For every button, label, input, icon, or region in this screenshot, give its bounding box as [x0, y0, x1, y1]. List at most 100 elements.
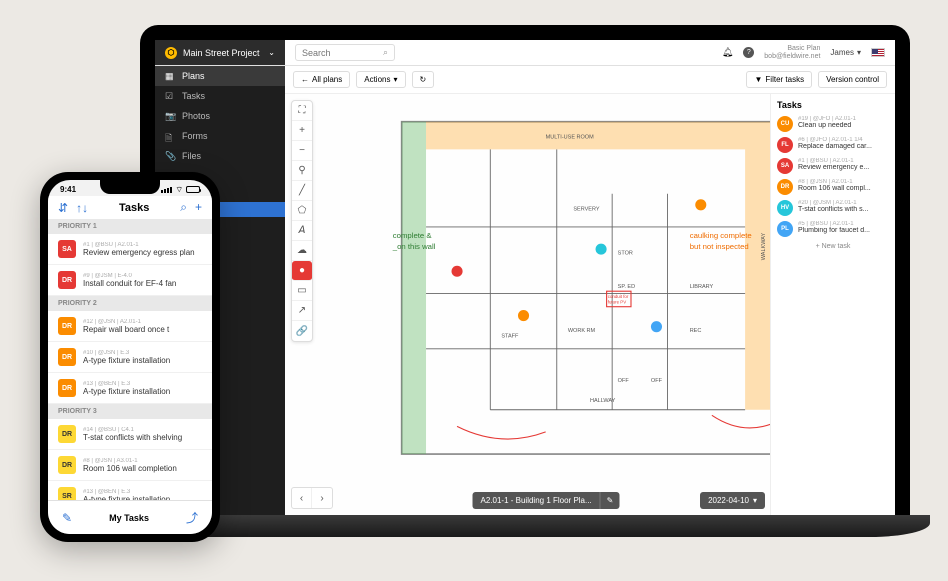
laptop-base	[120, 515, 930, 537]
phone-task-list[interactable]: PRIORITY 1SA #1 | @BSU | A2.01-1 Review …	[48, 219, 212, 500]
svg-text:WALKWAY: WALKWAY	[761, 232, 767, 260]
zoom-in-icon[interactable]: +	[292, 121, 312, 141]
phone-task-item[interactable]: DR #10 | @JSN | E.3 A-type fixture insta…	[48, 342, 212, 373]
us-flag-icon[interactable]	[871, 48, 885, 57]
shape-icon[interactable]: ⬠	[292, 201, 312, 221]
task-title: Replace damaged car...	[798, 143, 889, 150]
svg-text:STAFF: STAFF	[501, 334, 519, 340]
files-icon: 📎	[165, 151, 175, 161]
add-icon[interactable]: +	[195, 200, 202, 215]
line-icon[interactable]: ╱	[292, 181, 312, 201]
share-icon[interactable]: ⤴	[186, 509, 198, 526]
status-time: 9:41	[60, 185, 76, 194]
task-panel-item[interactable]: HV #20 | @JSM | A2.01-1 T-stat conflicts…	[777, 200, 889, 216]
pin-icon[interactable]: ⚲	[292, 161, 312, 181]
sidebar-item-tasks[interactable]: ☑ Tasks	[155, 86, 285, 106]
phone-task-item[interactable]: SA #1 | @BSU | A2.01-1 Review emergency …	[48, 234, 212, 265]
next-plan-button[interactable]: ›	[312, 488, 332, 508]
canvas-wrap: ⛶ + − ⚲ ╱ ⬠ 𝘈 ☁ ● ▭ ↗ 🔗	[285, 94, 895, 515]
all-plans-button[interactable]: ← All plans	[293, 71, 350, 88]
link-icon[interactable]: 🔗	[292, 321, 312, 341]
svg-text:MULTI-USE ROOM: MULTI-USE ROOM	[546, 134, 594, 140]
pencil-icon[interactable]: ✎	[600, 492, 620, 509]
task-badge: PL	[777, 221, 793, 237]
task-badge: DR	[58, 379, 76, 397]
bell-icon[interactable]: 🔔︎	[722, 47, 733, 58]
search-input[interactable]	[302, 48, 362, 58]
sidebar-item-files[interactable]: 📎Files	[155, 146, 285, 166]
task-badge: SA	[58, 240, 76, 258]
sort-icon[interactable]: ↑↓	[76, 201, 88, 215]
main-area: ← All plans Actions ▾ ↻ ▼	[285, 66, 895, 515]
task-panel-item[interactable]: DR #8 | @JSN | A2.01-1 Room 106 wall com…	[777, 179, 889, 195]
sidebar-item-photos[interactable]: 📷Photos	[155, 106, 285, 126]
version-control-button[interactable]: Version control	[818, 71, 887, 88]
task-badge: DR	[58, 456, 76, 474]
task-title: Review emergency e...	[798, 164, 889, 171]
prev-plan-button[interactable]: ‹	[292, 488, 312, 508]
priority-header: PRIORITY 1	[48, 219, 212, 234]
phone-task-item[interactable]: DR #13 | @BEN | E.3 A-type fixture insta…	[48, 373, 212, 404]
filter-icon[interactable]: ⇵	[58, 201, 68, 215]
history-button[interactable]: ↻	[412, 71, 435, 88]
task-title: Plumbing for faucet d...	[798, 227, 889, 234]
search-box[interactable]: ⌕	[295, 44, 395, 61]
sidebar-item-label: Tasks	[182, 91, 205, 101]
svg-text:conduit for: conduit for	[608, 294, 629, 299]
task-panel-item[interactable]: PL #5 | @BSU | A2.01-1 Plumbing for fauc…	[777, 221, 889, 237]
task-badge: SA	[777, 158, 793, 174]
phone-task-item[interactable]: DR #8 | @JSN | A3.01-1 Room 106 wall com…	[48, 450, 212, 481]
caret-down-icon: ▾	[753, 496, 757, 505]
user-email: bob@fieldwire.net	[764, 53, 820, 61]
user-name: James	[830, 48, 854, 57]
compose-icon[interactable]: ✎	[62, 511, 72, 525]
sidebar-item-forms[interactable]: 🗎 Forms	[155, 126, 285, 146]
task-panel-title: Tasks	[777, 100, 889, 110]
task-title: Room 106 wall compl...	[798, 185, 889, 192]
status-icons: ⌔	[161, 185, 200, 195]
task-title: Clean up needed	[798, 122, 889, 129]
date-label[interactable]: 2022-04-10 ▾	[700, 492, 765, 509]
tasks-icon: ☑	[165, 91, 175, 101]
task-panel-item[interactable]: SA #1 | @BSU | A2.01-1 Review emergency …	[777, 158, 889, 174]
svg-text:complete &: complete &	[393, 231, 433, 240]
topbar-right: 🔔︎ ? Basic Plan bob@fieldwire.net James …	[722, 45, 895, 60]
task-title: A-type fixture installation	[83, 356, 202, 365]
user-dropdown[interactable]: James ▾	[830, 48, 861, 57]
phone-task-item[interactable]: SR #13 | @BEN | E.3 A-type fixture insta…	[48, 481, 212, 500]
laptop-frame: ⬡ Main Street Project ⌄ ⌕ 🔔︎ ? Basic Pla…	[130, 25, 920, 565]
plan-tier: Basic Plan	[764, 45, 820, 53]
sidebar-item-label: Forms	[182, 131, 208, 141]
rect-icon[interactable]: ▭	[292, 281, 312, 301]
svg-text:LIBRARY: LIBRARY	[690, 284, 714, 290]
forms-icon: 🗎	[165, 131, 175, 141]
new-task-button[interactable]: + New task	[777, 243, 889, 250]
phone-task-item[interactable]: DR #9 | @JSM | E-4.0 Install conduit for…	[48, 265, 212, 296]
phone-nav: ⇵ ↑↓ Tasks ⌕ +	[48, 196, 212, 219]
help-icon[interactable]: ?	[743, 47, 754, 58]
project-selector[interactable]: ⬡ Main Street Project ⌄	[155, 40, 285, 65]
cloud-icon[interactable]: ☁	[292, 241, 312, 261]
svg-text:OFF: OFF	[651, 378, 663, 384]
svg-text:_on this wall: _on this wall	[392, 242, 436, 251]
task-title: Review emergency egress plan	[83, 248, 202, 257]
zoom-out-icon[interactable]: −	[292, 141, 312, 161]
phone-screen: 9:41 ⌔ ⇵ ↑↓ Tasks ⌕ + PRIORITY 1SA #1 | …	[48, 180, 212, 534]
actions-dropdown[interactable]: Actions ▾	[356, 71, 405, 88]
svg-text:REC: REC	[690, 328, 702, 334]
laptop-screen: ⬡ Main Street Project ⌄ ⌕ 🔔︎ ? Basic Pla…	[155, 40, 895, 515]
plan-label-text[interactable]: A2.01-1 - Building 1 Floor Pla...	[473, 492, 600, 509]
filter-tasks-button[interactable]: ▼ Filter tasks	[746, 71, 812, 88]
search-icon: ⌕	[383, 47, 388, 58]
search-icon[interactable]: ⌕	[180, 200, 187, 215]
phone-task-item[interactable]: DR #14 | @BSU | C4.1 T-stat conflicts wi…	[48, 419, 212, 450]
record-icon[interactable]: ●	[292, 261, 312, 281]
sidebar-item-plans[interactable]: ▦Plans	[155, 66, 285, 86]
text-icon[interactable]: 𝘈	[292, 221, 312, 241]
phone-task-item[interactable]: DR #12 | @JSN | A2.01-1 Repair wall boar…	[48, 311, 212, 342]
arrow-icon[interactable]: ↗	[292, 301, 312, 321]
phone-nav-title: Tasks	[119, 202, 149, 214]
expand-icon[interactable]: ⛶	[292, 101, 312, 121]
task-panel-item[interactable]: CU #19 | @JFO | A2.01-1 Clean up needed	[777, 116, 889, 132]
task-panel-item[interactable]: FL #6 | @JFO | A2.01-1 1/4 Replace damag…	[777, 137, 889, 153]
